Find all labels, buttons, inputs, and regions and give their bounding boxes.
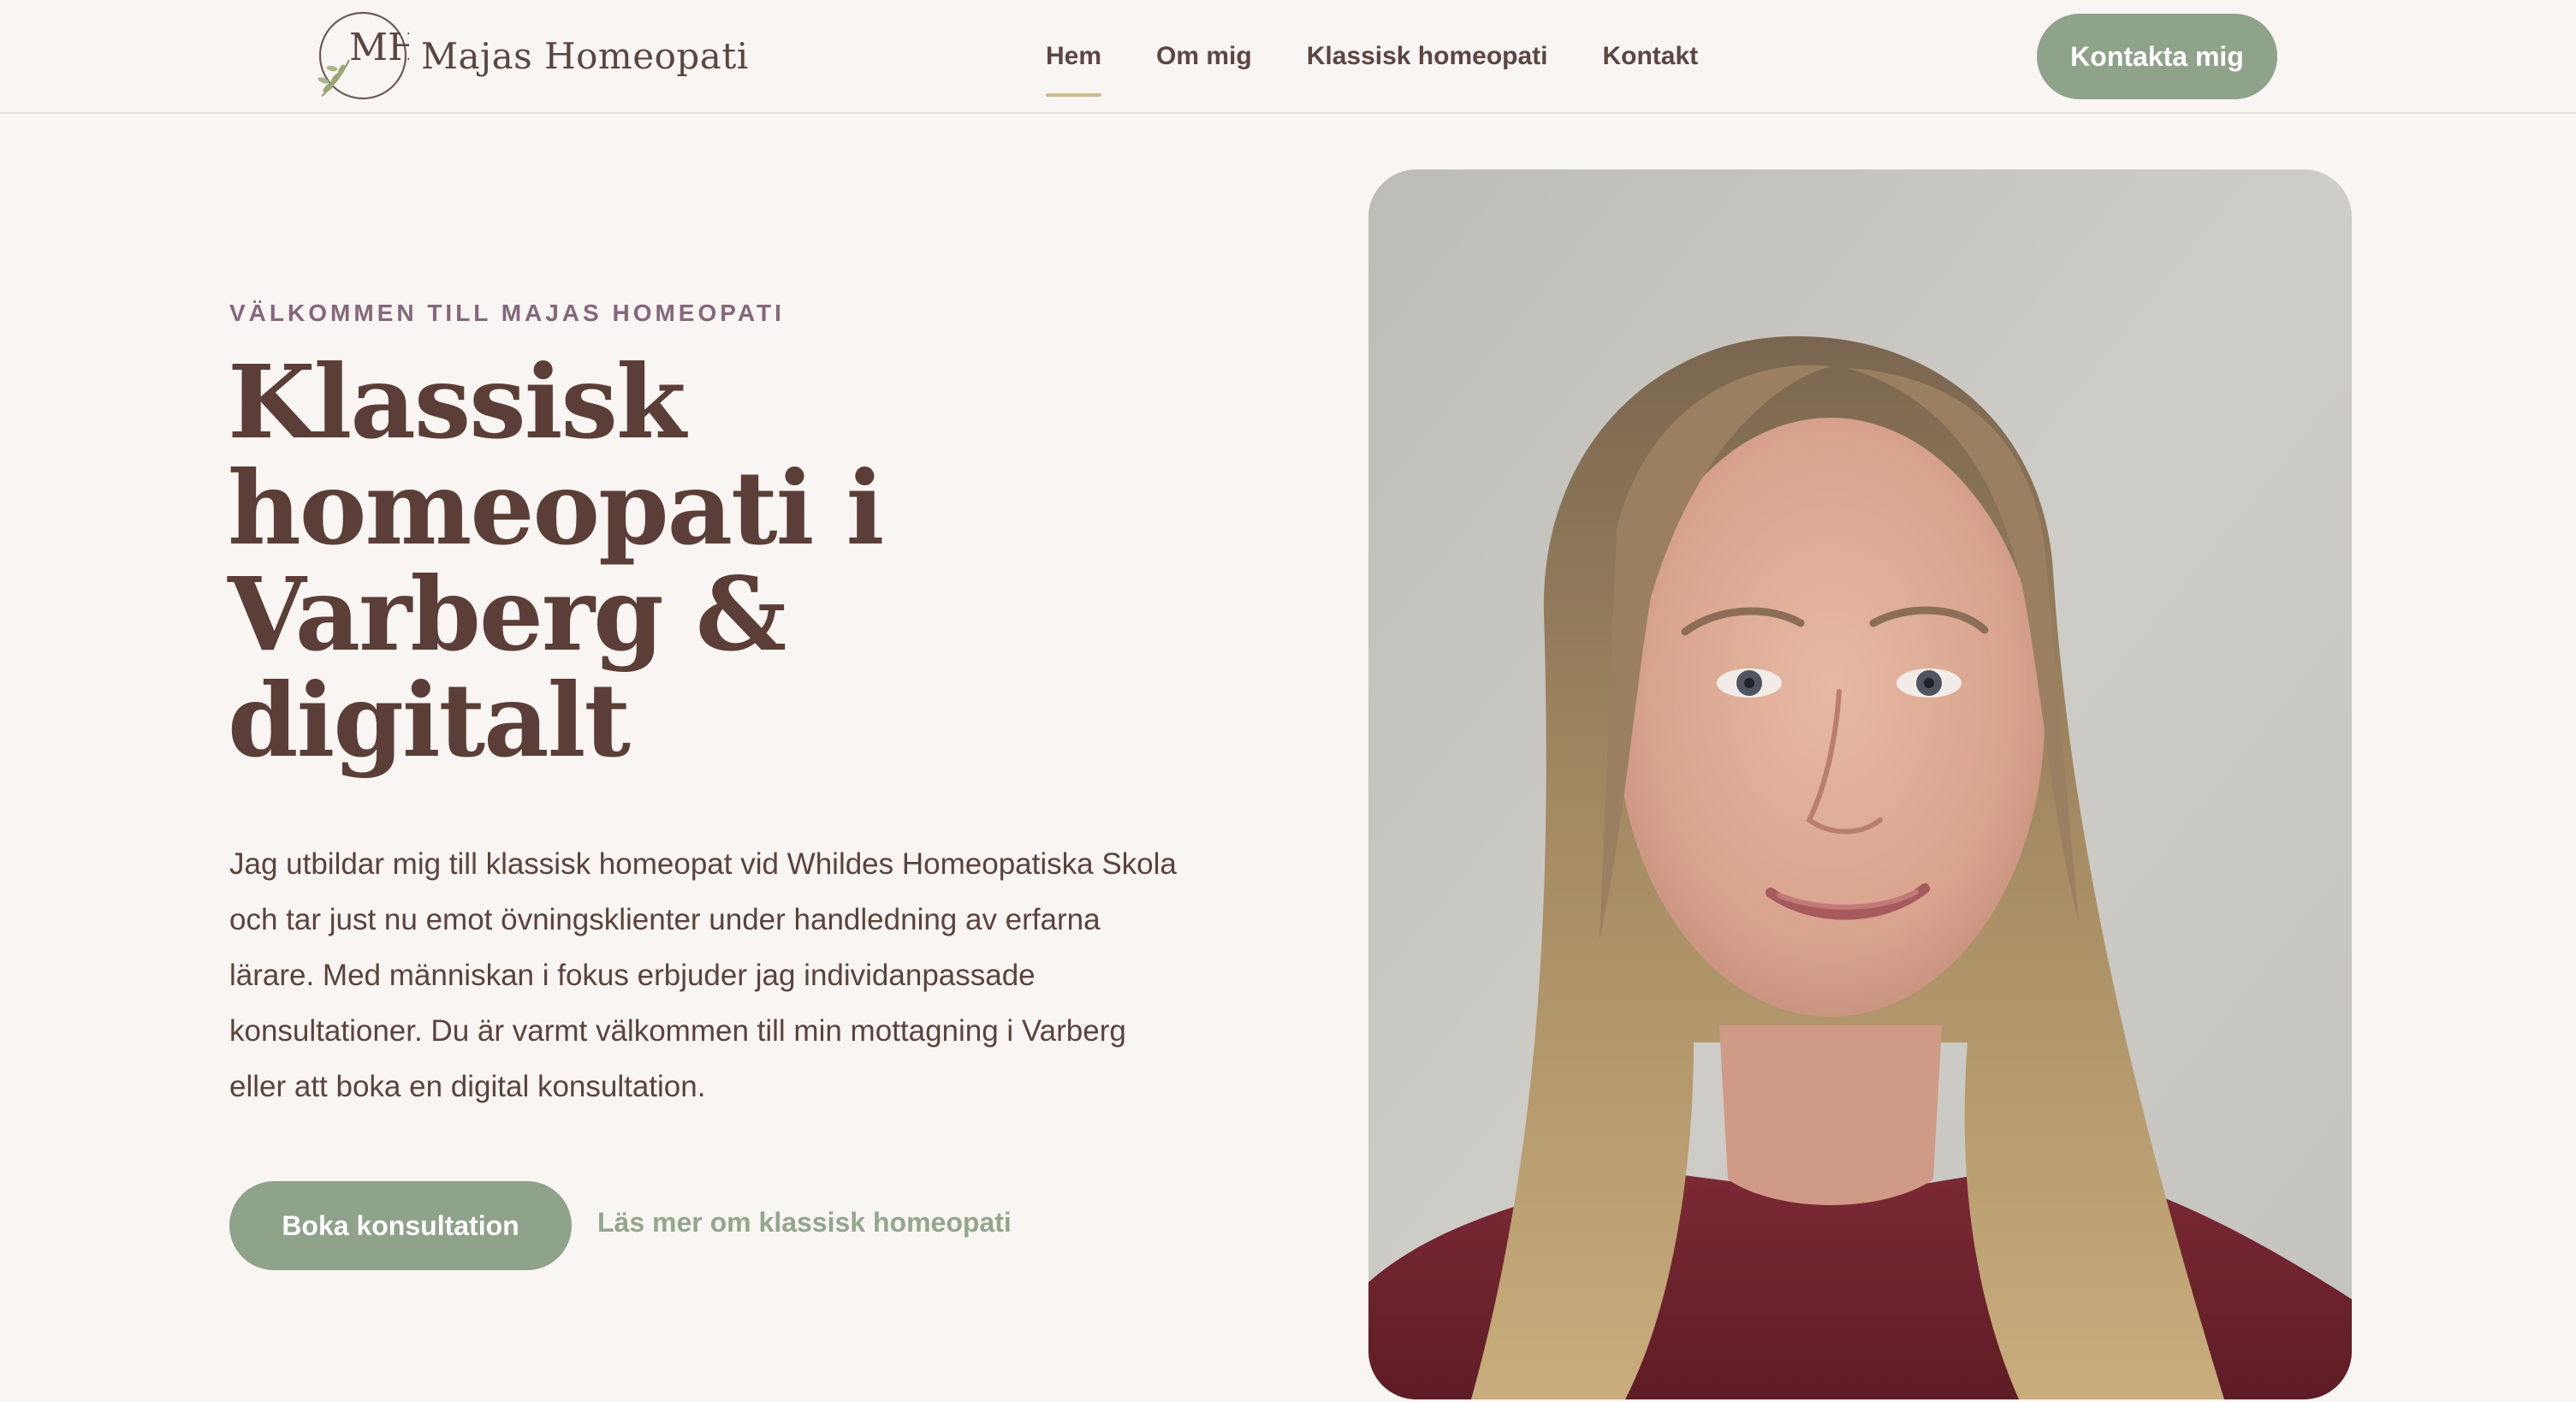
nav-item-klassisk-homeopati[interactable]: Klassisk homeopati	[1307, 35, 1548, 78]
brand-logo-link[interactable]: MH Majas Homeopati	[312, 10, 749, 101]
hero-description: Jag utbildar mig till klassisk homeopat …	[229, 836, 1248, 1114]
brand-name: Majas Homeopati	[421, 34, 749, 77]
hero-description-line: konsultationer. Du är varmt välkommen ti…	[229, 1014, 1126, 1048]
hero-title-line: homeopati i	[228, 449, 884, 567]
site-header: MH Majas Homeopati Hem Om mig Klassisk h…	[0, 0, 2576, 114]
book-consultation-button[interactable]: Boka konsultation	[229, 1181, 572, 1270]
hero-eyebrow: VÄLKOMMEN TILL MAJAS HOMEOPATI	[229, 300, 785, 326]
person-portrait-icon	[1368, 169, 2352, 1399]
hero-description-line: eller att boka en digital konsultation.	[229, 1070, 706, 1103]
monogram-text: MH	[349, 26, 409, 69]
hero-description-line: Jag utbildar mig till klassisk homeopat …	[229, 847, 1177, 881]
nav-item-om-mig[interactable]: Om mig	[1156, 35, 1252, 78]
nav-item-hem[interactable]: Hem	[1046, 35, 1102, 97]
monogram-logo-icon: MH	[312, 10, 409, 101]
portrait-photo	[1368, 169, 2352, 1399]
read-more-link[interactable]: Läs mer om klassisk homeopati	[597, 1207, 1012, 1239]
main-nav: Hem Om mig Klassisk homeopati Kontakt	[1046, 0, 1698, 114]
hero-title: Klassisk homeopati i Varberg & digitalt	[228, 349, 964, 774]
hero-description-line: lärare. Med människan i fokus erbjuder j…	[229, 959, 1036, 992]
page: MH Majas Homeopati Hem Om mig Klassisk h…	[0, 0, 2576, 1402]
hero-title-line: Varberg &	[228, 555, 786, 674]
nav-item-kontakt[interactable]: Kontakt	[1602, 35, 1698, 78]
hero-title-line: digitalt	[228, 661, 631, 780]
hero-description-line: och tar just nu emot övningsklienter und…	[229, 903, 1101, 936]
hero-title-line: Klassisk	[228, 342, 686, 461]
contact-me-button[interactable]: Kontakta mig	[2037, 14, 2277, 99]
